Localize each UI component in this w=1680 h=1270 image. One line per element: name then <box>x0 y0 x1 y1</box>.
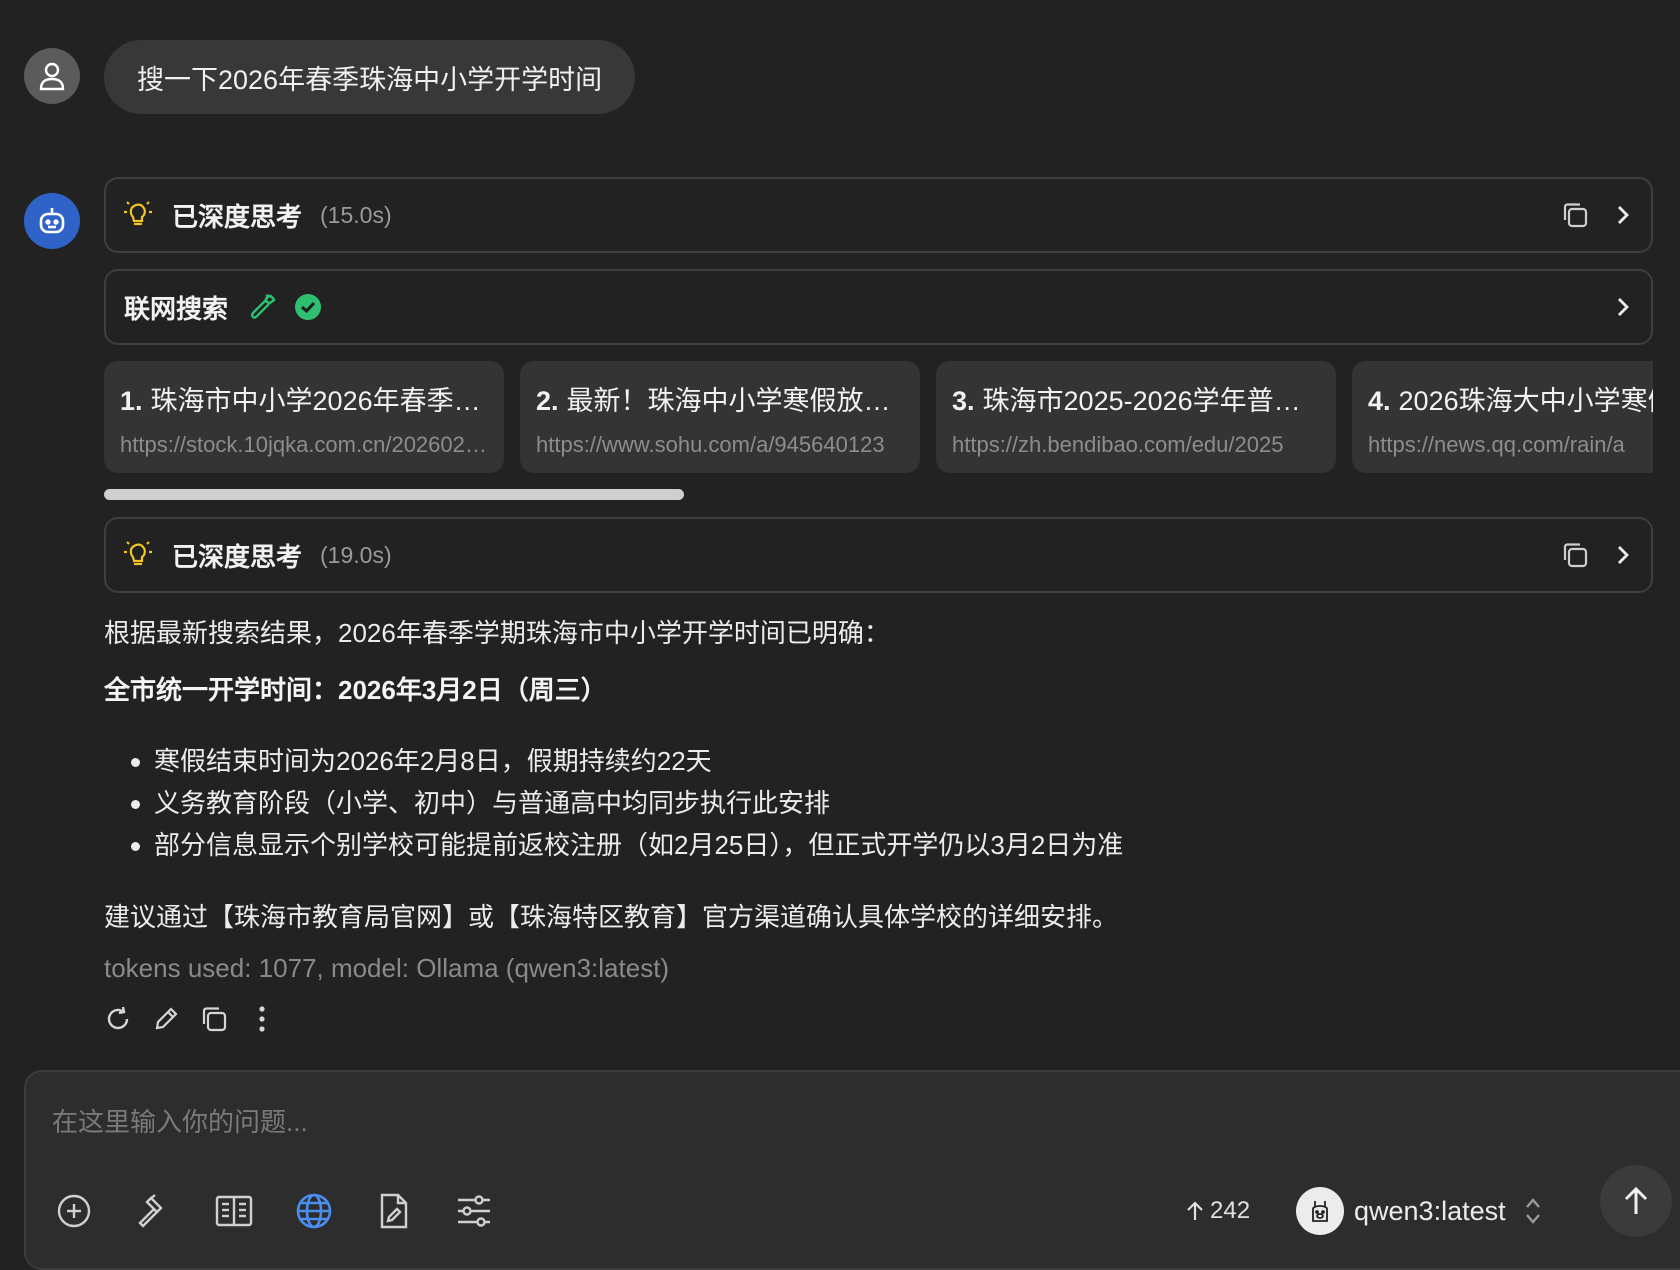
web-search-panel[interactable]: 联网搜索 <box>104 269 1653 345</box>
chevron-right-icon[interactable] <box>1615 543 1631 567</box>
source-card-url: https://www.sohu.com/a/945640123 <box>536 432 885 457</box>
source-card-title: 2.最新！珠海中小学寒假放假时间 <box>536 386 904 416</box>
copy-icon[interactable] <box>1561 201 1589 229</box>
list-item: 寒假结束时间为2026年2月8日，假期持续约22天 <box>130 740 1123 782</box>
token-count-value: 242 <box>1210 1197 1251 1224</box>
more-options-icon[interactable] <box>248 1004 276 1034</box>
model-name: qwen3:latest <box>1354 1195 1506 1226</box>
check-circle-icon <box>294 293 322 321</box>
chevron-up-down-icon[interactable] <box>1524 1195 1542 1227</box>
lightbulb-icon <box>124 540 152 570</box>
book-icon[interactable] <box>212 1189 256 1233</box>
source-card-title: 1.珠海市中小学2026年春季开学时间 <box>120 386 488 416</box>
hammer-icon[interactable] <box>132 1189 176 1233</box>
chat-input-field[interactable]: 在这里输入你的问题... <box>52 1102 308 1139</box>
source-card-title: 4.2026珠海大中小学寒假时间 <box>1368 386 1653 416</box>
ollama-llama-icon <box>1296 1187 1344 1235</box>
source-card-title: 3.珠海市2025-2026学年普通中小学校历 <box>952 386 1320 416</box>
source-card-url: https://news.qq.com/rain/a <box>1368 432 1625 457</box>
user-avatar <box>24 48 80 104</box>
thinking-panel-2[interactable]: 已深度思考 (19.0s) <box>104 517 1653 593</box>
robot-icon <box>36 205 68 237</box>
token-usage-info: tokens used: 1077, model: Ollama (qwen3:… <box>104 953 670 983</box>
source-card-url: https://stock.10jqka.com.cn/20260205 <box>120 432 488 457</box>
copy-icon[interactable] <box>1561 541 1589 569</box>
chevron-right-icon[interactable] <box>1615 203 1631 227</box>
user-icon <box>39 61 65 91</box>
thinking-duration: (15.0s) <box>320 201 392 228</box>
chat-input-box[interactable]: 在这里输入你的问题... 242 qwen3:latest <box>24 1070 1680 1270</box>
user-message-text: 搜一下2026年春季珠海中小学开学时间 <box>137 64 603 95</box>
user-message-bubble: 搜一下2026年春季珠海中小学开学时间 <box>104 40 636 114</box>
regenerate-icon[interactable] <box>104 1004 132 1034</box>
input-token-count: 242 <box>1186 1197 1250 1225</box>
globe-icon[interactable] <box>292 1189 336 1233</box>
thinking-title: 已深度思考 <box>172 201 303 232</box>
answer-bullet-list: 寒假结束时间为2026年2月8日，假期持续约22天 义务教育阶段（小学、初中）与… <box>104 740 1123 866</box>
model-selector[interactable]: qwen3:latest <box>1296 1185 1542 1237</box>
message-actions <box>104 1004 276 1034</box>
source-card-1[interactable]: 1.珠海市中小学2026年春季开学时间 https://stock.10jqka… <box>104 361 504 473</box>
thinking-panel-1[interactable]: 已深度思考 (15.0s) <box>104 177 1653 253</box>
horizontal-scrollbar[interactable] <box>104 489 684 500</box>
list-item: 义务教育阶段（小学、初中）与普通高中均同步执行此安排 <box>130 782 1123 824</box>
send-button[interactable] <box>1600 1165 1672 1237</box>
source-cards-strip[interactable]: 1.珠海市中小学2026年春季开学时间 https://stock.10jqka… <box>104 361 1653 475</box>
arrow-up-icon <box>1186 1200 1204 1222</box>
answer-suggestion: 建议通过【珠海市教育局官网】或【珠海特区教育】官方渠道确认具体学校的详细安排。 <box>104 902 1119 932</box>
source-card-url: https://zh.bendibao.com/edu/2025 <box>952 432 1284 457</box>
list-item: 部分信息显示个别学校可能提前返校注册（如2月25日），但正式开学仍以3月2日为准 <box>130 824 1123 866</box>
add-attachment-icon[interactable] <box>52 1189 96 1233</box>
document-edit-icon[interactable] <box>372 1189 416 1233</box>
answer-intro: 根据最新搜索结果，2026年春季学期珠海市中小学开学时间已明确： <box>104 618 890 648</box>
source-card-3[interactable]: 3.珠海市2025-2026学年普通中小学校历 https://zh.bendi… <box>936 361 1336 473</box>
lightbulb-icon <box>124 200 152 230</box>
copy-icon[interactable] <box>200 1004 228 1034</box>
source-card-2[interactable]: 2.最新！珠海中小学寒假放假时间 https://www.sohu.com/a/… <box>520 361 920 473</box>
answer-highlight: 全市统一开学时间：2026年3月2日（周三） <box>104 675 607 705</box>
sliders-icon[interactable] <box>452 1189 496 1233</box>
thinking-title: 已深度思考 <box>172 541 303 572</box>
assistant-avatar <box>24 193 80 249</box>
arrow-up-icon <box>1622 1185 1650 1217</box>
thinking-duration: (19.0s) <box>320 541 392 568</box>
web-search-title: 联网搜索 <box>124 293 229 324</box>
edit-pencil-icon[interactable] <box>152 1004 180 1034</box>
chevron-right-icon[interactable] <box>1615 295 1631 319</box>
source-card-4[interactable]: 4.2026珠海大中小学寒假时间 https://news.qq.com/rai… <box>1352 361 1653 473</box>
wrench-icon <box>248 292 278 322</box>
